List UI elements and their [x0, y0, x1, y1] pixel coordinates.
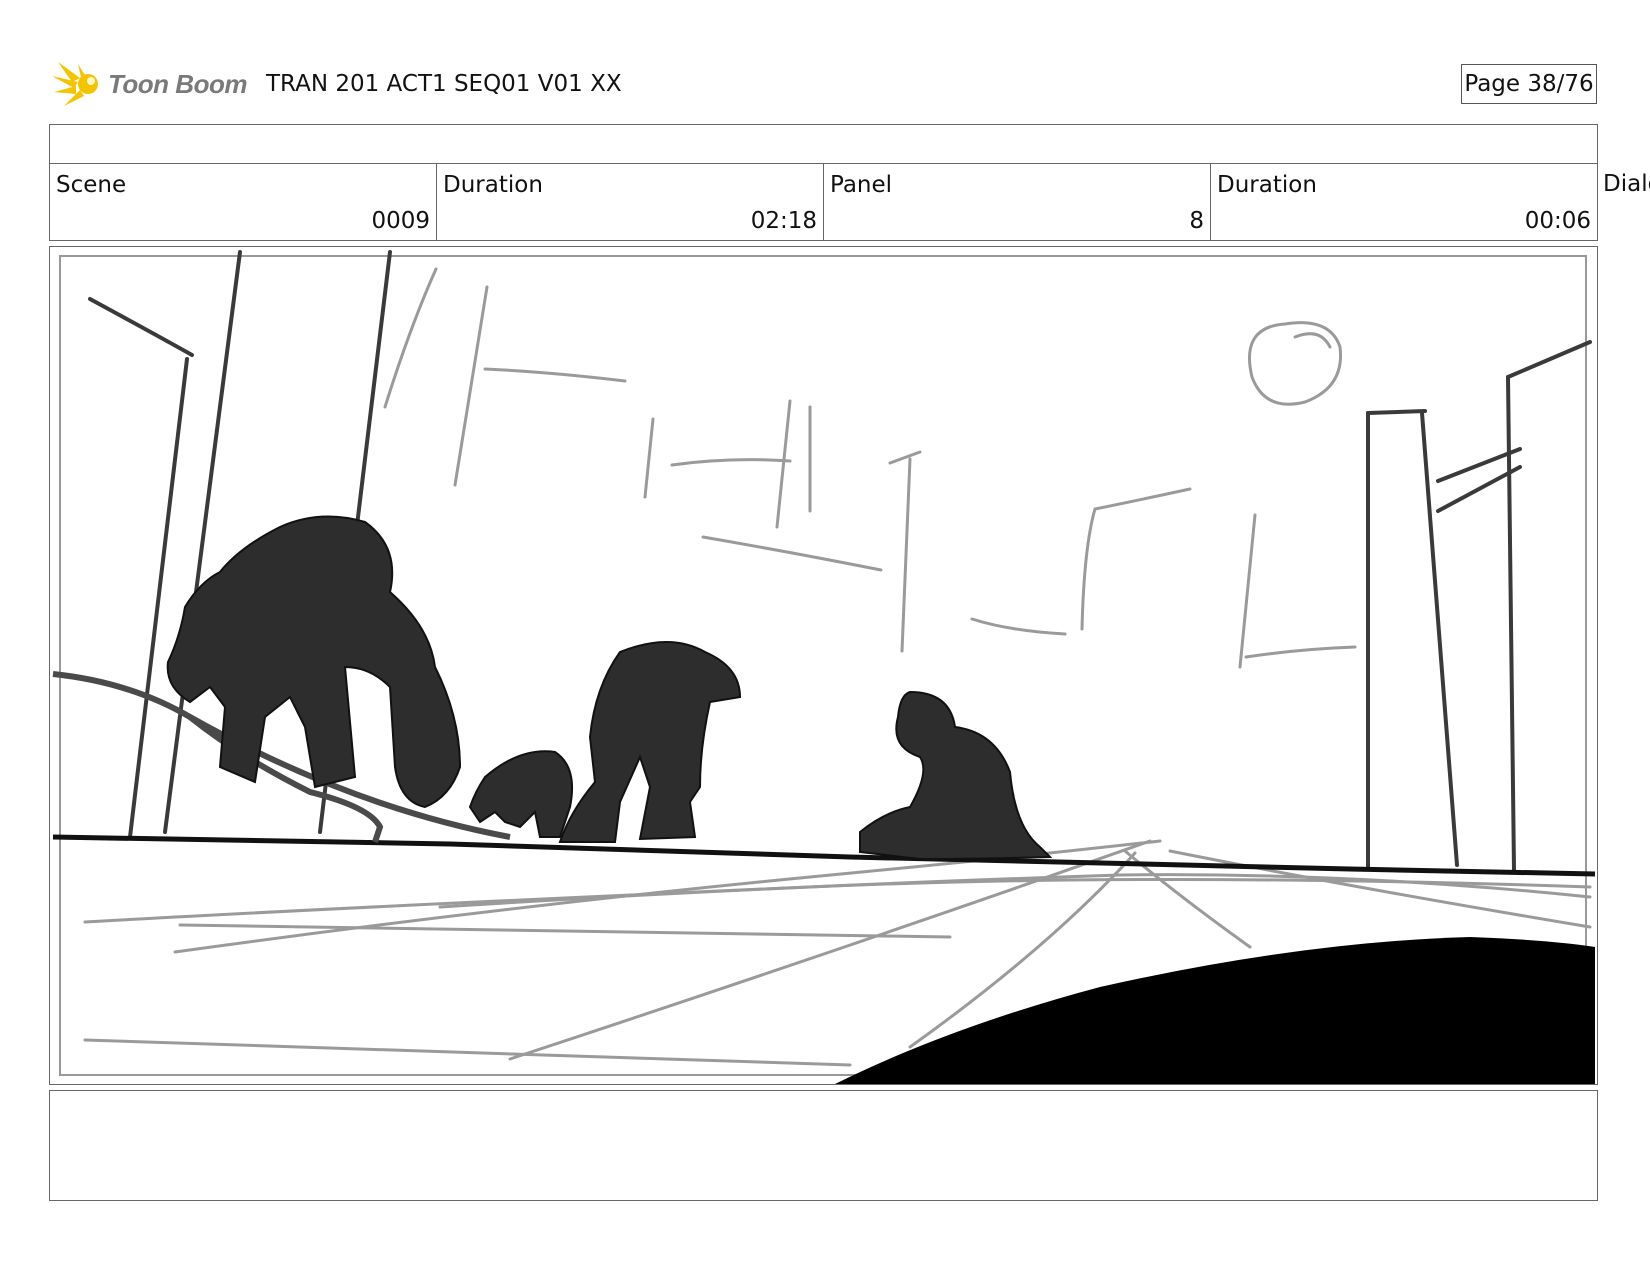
- panel-label: Panel: [830, 172, 893, 198]
- dialog-clip: Dialog: [1598, 163, 1650, 241]
- storyboard-sketch: [52, 250, 1596, 1084]
- panel-info-row: Scene 0009 Duration 02:18 Panel 8 Durati…: [49, 163, 1598, 241]
- panel-duration-value: 00:06: [1524, 208, 1591, 234]
- scene-cell: Scene 0009: [50, 164, 437, 240]
- panel-duration-label: Duration: [1217, 172, 1317, 198]
- scene-duration-label: Duration: [443, 172, 543, 198]
- dialog-label: Dialog: [1603, 171, 1650, 197]
- panel-cell: Panel 8: [824, 164, 1211, 240]
- logo-text: Toon Boom: [108, 69, 247, 99]
- document-title: TRAN 201 ACT1 SEQ01 V01 XX: [266, 71, 622, 97]
- panel-duration-cell: Duration 00:06: [1211, 164, 1598, 240]
- scene-duration-value: 02:18: [750, 208, 817, 234]
- toon-boom-logo-icon: [52, 62, 98, 106]
- scene-label: Scene: [56, 172, 127, 198]
- storyboard-panel-image: [49, 246, 1598, 1085]
- panel-value: 8: [1189, 208, 1204, 234]
- page-indicator: Page 38/76: [1461, 64, 1597, 104]
- header-blank-row: [49, 124, 1598, 164]
- scene-duration-cell: Duration 02:18: [437, 164, 824, 240]
- scene-value: 0009: [371, 208, 430, 234]
- notes-box: [49, 1090, 1598, 1201]
